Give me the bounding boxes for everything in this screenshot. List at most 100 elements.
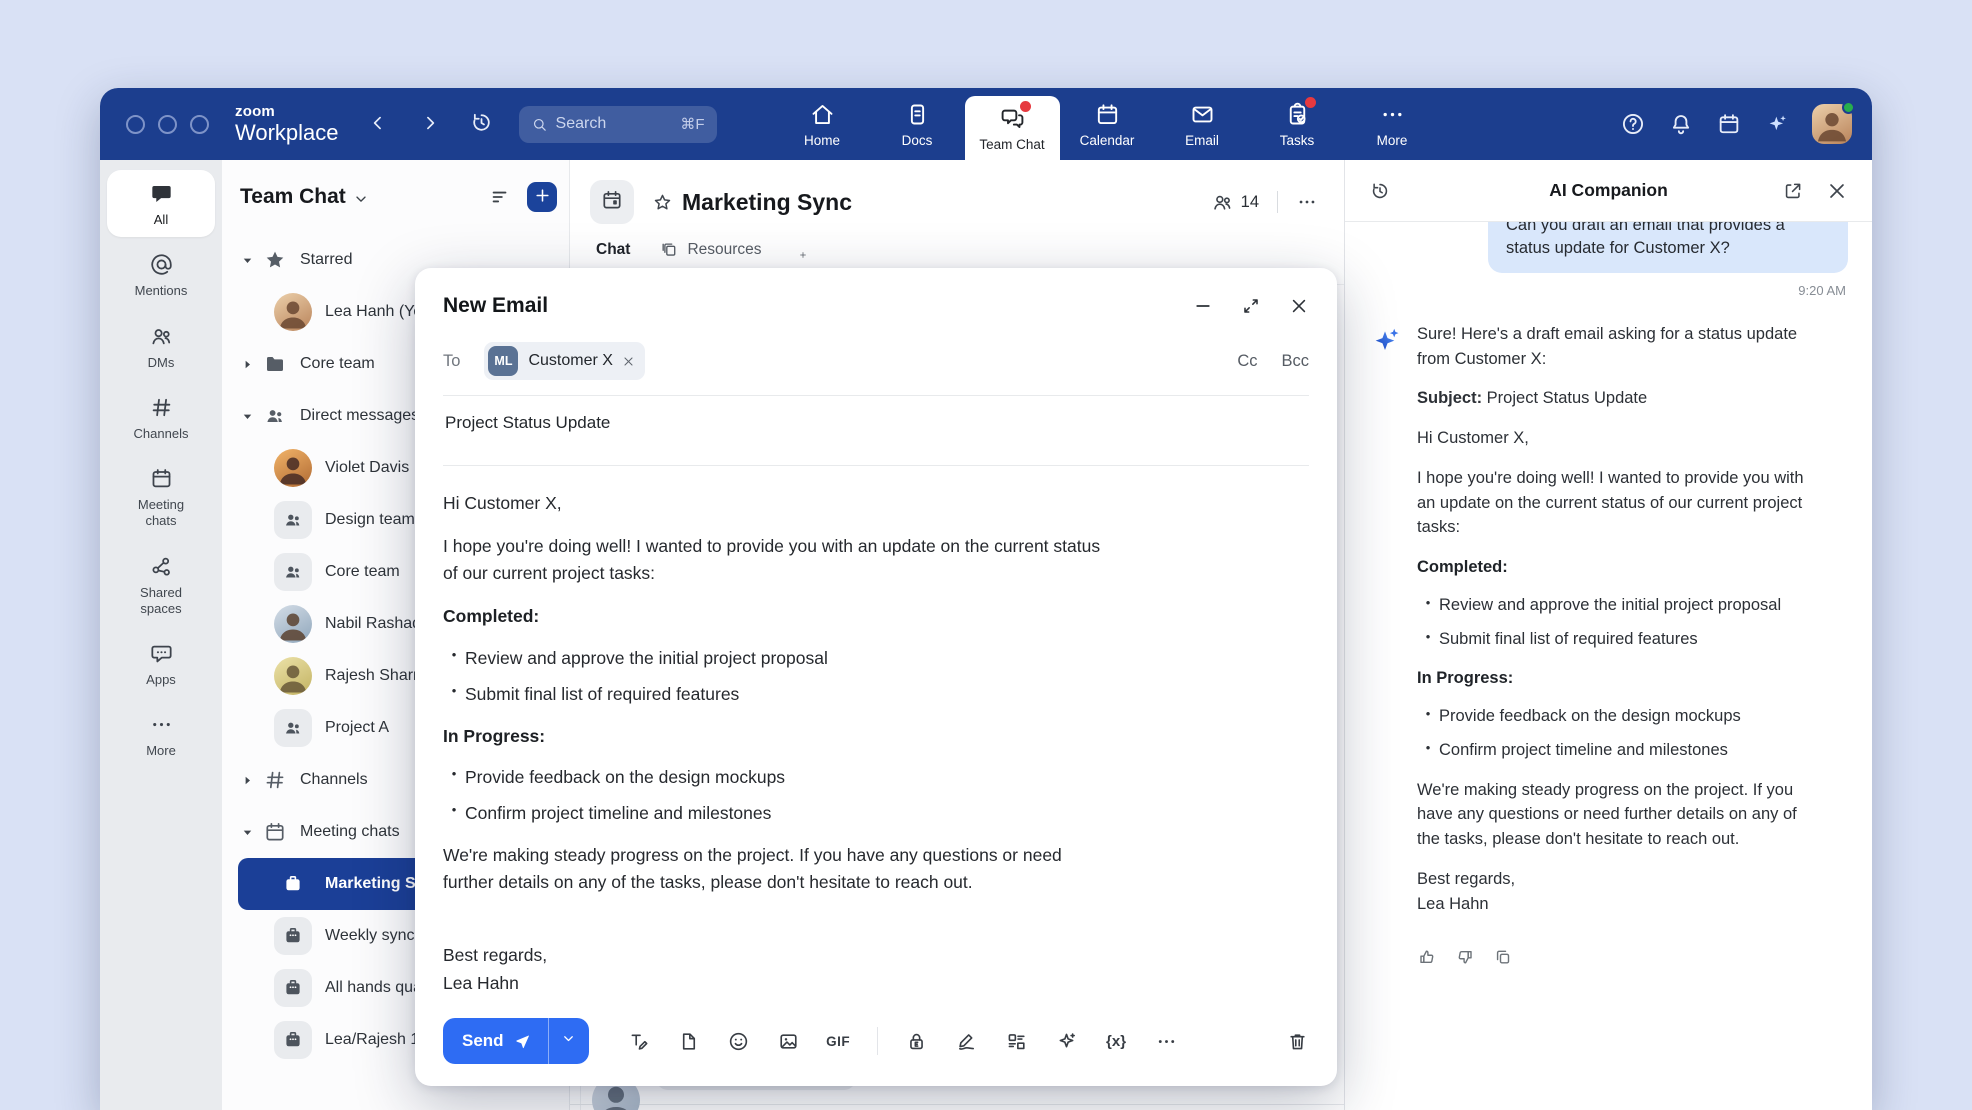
sidebar-item-channels[interactable]: Channels — [107, 384, 215, 451]
sidebar-item-more[interactable]: More — [107, 701, 215, 768]
ai-history-icon[interactable] — [1369, 180, 1391, 202]
member-count[interactable]: 14 — [1241, 193, 1259, 212]
sidebar-item-apps[interactable]: Apps — [107, 630, 215, 697]
collapse-caret-icon[interactable] — [240, 253, 255, 268]
collapse-caret-icon[interactable] — [240, 825, 255, 840]
bold-heading: In Progress: — [1417, 666, 1819, 691]
left-rail: AllMentionsDMsChannelsMeeting chatsShare… — [100, 160, 222, 1110]
tab-resources[interactable]: Resources — [660, 240, 761, 269]
paragraph: I hope you're doing well! I wanted to pr… — [1417, 466, 1819, 540]
expand-caret-icon[interactable] — [240, 773, 255, 788]
expand-icon[interactable] — [1241, 296, 1261, 316]
email-body-editor[interactable]: Hi Customer X,I hope you're doing well! … — [443, 490, 1103, 997]
history-button[interactable] — [467, 109, 497, 139]
subject-field[interactable]: Project Status Update — [443, 396, 1309, 450]
insert-image-icon[interactable] — [777, 1030, 800, 1053]
sidebar-item-mentions[interactable]: Mentions — [107, 241, 215, 308]
send-options-button[interactable] — [548, 1018, 589, 1064]
help-icon[interactable] — [1620, 111, 1646, 137]
ai-compose-icon[interactable] — [1055, 1030, 1078, 1053]
remove-recipient-icon[interactable] — [622, 355, 635, 368]
minimize-window-button[interactable] — [158, 115, 177, 134]
more-options-icon[interactable] — [1155, 1030, 1178, 1053]
resources-icon — [660, 240, 679, 259]
add-tab-button[interactable] — [794, 246, 812, 264]
star-icon[interactable] — [652, 192, 673, 213]
chevron-down-icon[interactable] — [353, 191, 369, 207]
user-profile-button[interactable] — [1812, 104, 1852, 144]
encryption-icon[interactable] — [905, 1030, 928, 1053]
chat-name: Weekly sync — [325, 927, 415, 945]
filter-icon[interactable] — [489, 186, 511, 208]
collapse-caret-icon[interactable] — [240, 409, 255, 424]
nav-tab-calendar[interactable]: Calendar — [1060, 88, 1155, 160]
sidebar-item-label: Apps — [146, 672, 176, 688]
back-button[interactable] — [363, 109, 393, 139]
delete-draft-icon[interactable] — [1286, 1030, 1309, 1053]
share-icon — [149, 554, 174, 579]
thumbs-up-icon[interactable] — [1417, 947, 1437, 967]
forward-button[interactable] — [415, 109, 445, 139]
cc-button[interactable]: Cc — [1237, 352, 1257, 371]
nav-tab-home[interactable]: Home — [775, 88, 870, 160]
chevron-right-icon — [420, 113, 440, 136]
sidebar-item-dms[interactable]: DMs — [107, 313, 215, 380]
template-icon[interactable] — [1005, 1030, 1028, 1053]
sidebar-item-shared-spaces[interactable]: Shared spaces — [107, 543, 215, 627]
code-snippet-icon[interactable]: {x} — [1105, 1030, 1128, 1053]
more-options-icon[interactable] — [1296, 191, 1318, 213]
notification-badge — [1305, 97, 1316, 108]
paragraph: We're making steady progress on the proj… — [1417, 778, 1819, 852]
new-chat-button[interactable] — [527, 182, 557, 212]
sidebar-item-all[interactable]: All — [107, 170, 215, 237]
ai-response: Sure! Here's a draft email asking for a … — [1371, 322, 1848, 932]
section-label: Starred — [300, 251, 352, 269]
tab-label: Resources — [687, 241, 761, 259]
attach-file-icon[interactable] — [677, 1030, 700, 1053]
nav-utility-icons — [1620, 104, 1852, 144]
chat-list-title[interactable]: Team Chat — [240, 185, 346, 209]
nav-tab-email[interactable]: Email — [1155, 88, 1250, 160]
ai-response-text: Sure! Here's a draft email asking for a … — [1417, 322, 1819, 932]
expand-caret-icon[interactable] — [240, 357, 255, 372]
signature-icon[interactable] — [955, 1030, 978, 1053]
nav-tab-team-chat[interactable]: Team Chat — [965, 96, 1060, 160]
people-icon — [149, 324, 174, 349]
plus-icon — [534, 187, 551, 207]
recipient-name: Customer X — [528, 352, 612, 370]
send-button[interactable]: Send — [443, 1018, 548, 1064]
close-icon[interactable] — [1289, 296, 1309, 316]
send-label: Send — [462, 1031, 504, 1051]
group-icon — [274, 501, 312, 539]
close-window-button[interactable] — [126, 115, 145, 134]
docs-icon — [904, 101, 931, 128]
gif-icon[interactable]: GIF — [827, 1030, 850, 1053]
bullet-list: •Review and approve the initial project … — [443, 645, 1103, 708]
minimize-icon[interactable] — [1193, 296, 1213, 316]
sidebar-item-meeting-chats[interactable]: Meeting chats — [107, 455, 215, 539]
bcc-button[interactable]: Bcc — [1281, 352, 1309, 371]
thumbs-down-icon[interactable] — [1455, 947, 1475, 967]
nav-tab-docs[interactable]: Docs — [870, 88, 965, 160]
meeting-icon — [274, 917, 312, 955]
recipient-chip[interactable]: ML Customer X — [484, 342, 644, 380]
open-in-new-icon[interactable] — [1782, 180, 1804, 202]
calendar-icon[interactable] — [1716, 111, 1742, 137]
emoji-icon[interactable] — [727, 1030, 750, 1053]
tab-chat[interactable]: Chat — [596, 241, 630, 269]
members-icon[interactable] — [1211, 191, 1234, 214]
ai-companion-icon[interactable] — [1764, 111, 1790, 137]
user-prompt-bubble: Can you draft an email that provides a s… — [1488, 222, 1848, 273]
bullet-list: •Review and approve the initial project … — [1417, 593, 1819, 652]
notifications-icon[interactable] — [1668, 111, 1694, 137]
search-input[interactable]: Search ⌘F — [519, 106, 717, 143]
copy-icon[interactable] — [1493, 947, 1513, 967]
hash-icon — [263, 768, 287, 792]
maximize-window-button[interactable] — [190, 115, 209, 134]
close-icon[interactable] — [1826, 180, 1848, 202]
nav-tab-tasks[interactable]: Tasks — [1250, 88, 1345, 160]
nav-tab-more[interactable]: More — [1345, 88, 1440, 160]
meeting-icon — [274, 865, 312, 903]
text-format-icon[interactable] — [627, 1030, 650, 1053]
chat-name: Core team — [325, 563, 400, 581]
